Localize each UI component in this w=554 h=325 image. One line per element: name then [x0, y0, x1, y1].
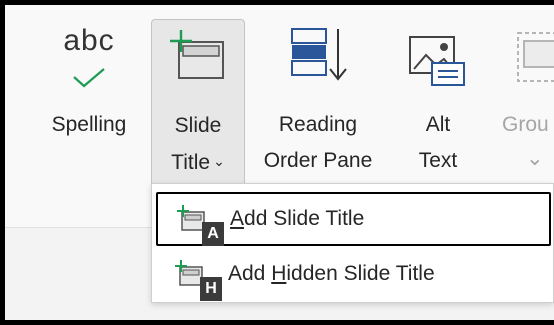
spelling-abc-text: abc [63, 24, 115, 57]
menu-item-label: Add Hidden Slide Title [228, 262, 435, 285]
reading-order-icon [291, 28, 347, 81]
menu-item-add-hidden-slide-title[interactable]: H Add Hidden Slide Title [156, 249, 547, 301]
alt-text-label-line2: Text [418, 149, 458, 172]
alt-text-icon [409, 36, 465, 86]
group-icon [517, 32, 554, 82]
slide-title-dropdown-menu: A Add Slide Title H Add Hidden Slide Tit… [151, 183, 554, 303]
spelling-label: Spelling [51, 113, 127, 136]
slide-title-icon [170, 30, 224, 79]
reading-order-pane-button[interactable]: Reading Order Pane [251, 5, 385, 190]
app-window: abc Spelling Slide Title ⌄ Reading Order… [5, 5, 554, 320]
alt-text-button[interactable]: Alt Text [398, 5, 478, 190]
menu-item-add-slide-title[interactable]: A Add Slide Title [156, 192, 551, 246]
menu-item-label: Add Slide Title [230, 207, 365, 230]
slide-title-label-line2: Title ⌄ [171, 151, 225, 174]
slide-title-button[interactable]: Slide Title ⌄ [151, 19, 245, 188]
checkmark-icon [73, 68, 105, 88]
chevron-down-icon: ⌄ [213, 153, 225, 169]
alt-text-label-line1: Alt [425, 113, 451, 136]
reading-order-label-line1: Reading [278, 113, 358, 136]
chevron-down-icon: ⌄ [526, 147, 544, 170]
reading-order-label-line2: Order Pane [263, 149, 373, 172]
spelling-button[interactable]: abc Spelling [41, 5, 137, 190]
group-label: Grou [502, 113, 549, 136]
keytip-badge: A [202, 222, 224, 246]
group-button[interactable]: Grou ⌄ [500, 5, 554, 190]
slide-title-label-line1: Slide [174, 114, 222, 137]
keytip-badge: H [200, 277, 222, 301]
